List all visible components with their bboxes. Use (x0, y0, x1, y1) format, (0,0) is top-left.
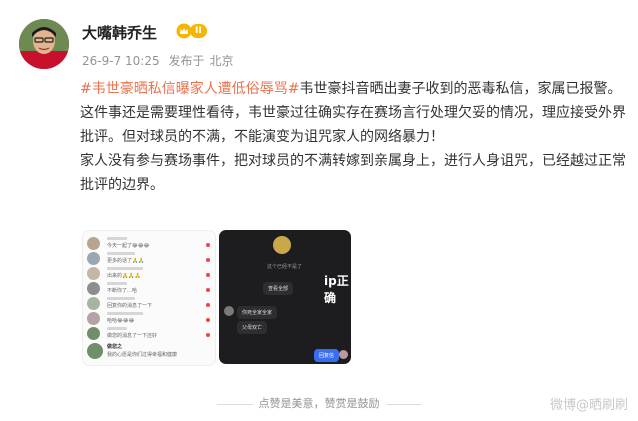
comment-name-blur (107, 267, 143, 270)
comment-name-blur (107, 312, 143, 315)
ip-label: ip正确 (324, 274, 349, 305)
post-location: 北京 (209, 54, 234, 68)
sender-avatar (224, 306, 234, 316)
post-paragraph-3: 家人没有参与赛场事件，把对球员的不满转嫁到亲属身上，进行人身诅咒，已经越过正常批… (80, 153, 626, 193)
unread-dot (206, 258, 210, 262)
divider-right (385, 403, 422, 405)
post-paragraph-2: 这件事还是需要理性看待，韦世豪过往确实存在赛场言行处理欠妥的情况，理应接受外界批… (80, 105, 626, 145)
comment-avatar (87, 237, 100, 250)
post-line1-text: 韦世豪抖音晒出妻子收到的恶毒私信，家属已报警。 (299, 81, 622, 97)
chat-top-caption: 这个已经不是了 (267, 264, 303, 270)
author-avatar[interactable] (19, 19, 69, 69)
reward-text[interactable]: 点赞是美意，赞赏是鼓励 (259, 397, 380, 410)
vip-badge[interactable]: II (176, 23, 207, 39)
post-meta: 26-9-7 10:25 发布于 北京 (82, 52, 238, 69)
post-date[interactable]: 26-9-7 10:25 (82, 54, 160, 68)
unread-dot (206, 243, 210, 247)
comment-text: 哈哈😂😂😂 (107, 318, 135, 324)
chat-bubble-2: 父母双亡 (237, 321, 268, 334)
post-paragraph-1: #韦世豪晒私信曝家人遭低俗辱骂#韦世豪抖音晒出妻子收到的恶毒私信，家属已报警。 (80, 77, 628, 101)
comment-name-blur (107, 297, 135, 300)
self-avatar (339, 350, 348, 359)
chat-reply-bubble: 回复信 (314, 349, 340, 362)
comment-text: 不断你了…哈 (107, 288, 138, 294)
unread-dot (206, 333, 210, 337)
comment-text: 今天一起了😂😂😂 (107, 243, 150, 249)
topic-tag-link[interactable]: #韦世豪晒私信曝家人遭低俗辱骂# (80, 81, 299, 97)
image-dark-chat[interactable]: 这个已经不是了 ip正确 查看全部 你死全家全家 父母双亡 回复信 (219, 230, 351, 364)
comment-text: 回复你的消息了一下 (107, 303, 153, 309)
comment-text: 做您的消息了一下还好 (107, 333, 158, 339)
unread-dot (206, 288, 210, 292)
post-body: #韦世豪晒私信曝家人遭低俗辱骂#韦世豪抖音晒出妻子收到的恶毒私信，家属已报警。 … (80, 77, 628, 197)
unread-dot (206, 273, 210, 277)
comment-avatar (87, 252, 100, 265)
image-comment-list[interactable]: 今天一起了😂😂😂 更多的话了🙏🙏 出来的🙏🙏🙏 不断你了…哈回复你的消息了一下 哈哈😂😂… (82, 230, 216, 366)
comment-avatar (87, 297, 100, 310)
comment-name-blur (107, 327, 127, 330)
comment-avatar (87, 282, 100, 295)
comment-avatar (87, 343, 103, 359)
watermark: 微博@晒刷刷 (549, 398, 628, 413)
unread-dot (206, 318, 210, 322)
comment-text: 出来的🙏🙏🙏 (107, 273, 141, 279)
comment-name-blur (107, 282, 127, 285)
source-prefix: 发布于 (168, 54, 205, 68)
comment-text: 我的心愿是你们过得幸福和健康 (107, 352, 178, 358)
comment-name-blur (107, 252, 135, 255)
chat-avatar (273, 236, 291, 254)
last-comment-row: 做您之 我的心愿是你们过得幸福和健康 (83, 341, 215, 363)
level-badge: II (190, 24, 207, 38)
chat-bubble-1: 你死全家全家 (237, 306, 278, 319)
comment-avatar (87, 312, 100, 325)
divider-left (216, 403, 253, 405)
author-name[interactable]: 大嘴韩乔生 (82, 22, 157, 43)
unread-dot (206, 303, 210, 307)
comment-name: 做您之 (107, 344, 123, 350)
comment-avatar (87, 327, 100, 340)
comment-text: 更多的话了🙏🙏 (107, 258, 145, 264)
reward-footer: 点赞是美意，赞赏是鼓励 (0, 395, 638, 411)
comment-name-blur (107, 237, 127, 240)
chat-mid-caption: 查看全部 (263, 282, 294, 295)
comment-avatar (87, 267, 100, 280)
